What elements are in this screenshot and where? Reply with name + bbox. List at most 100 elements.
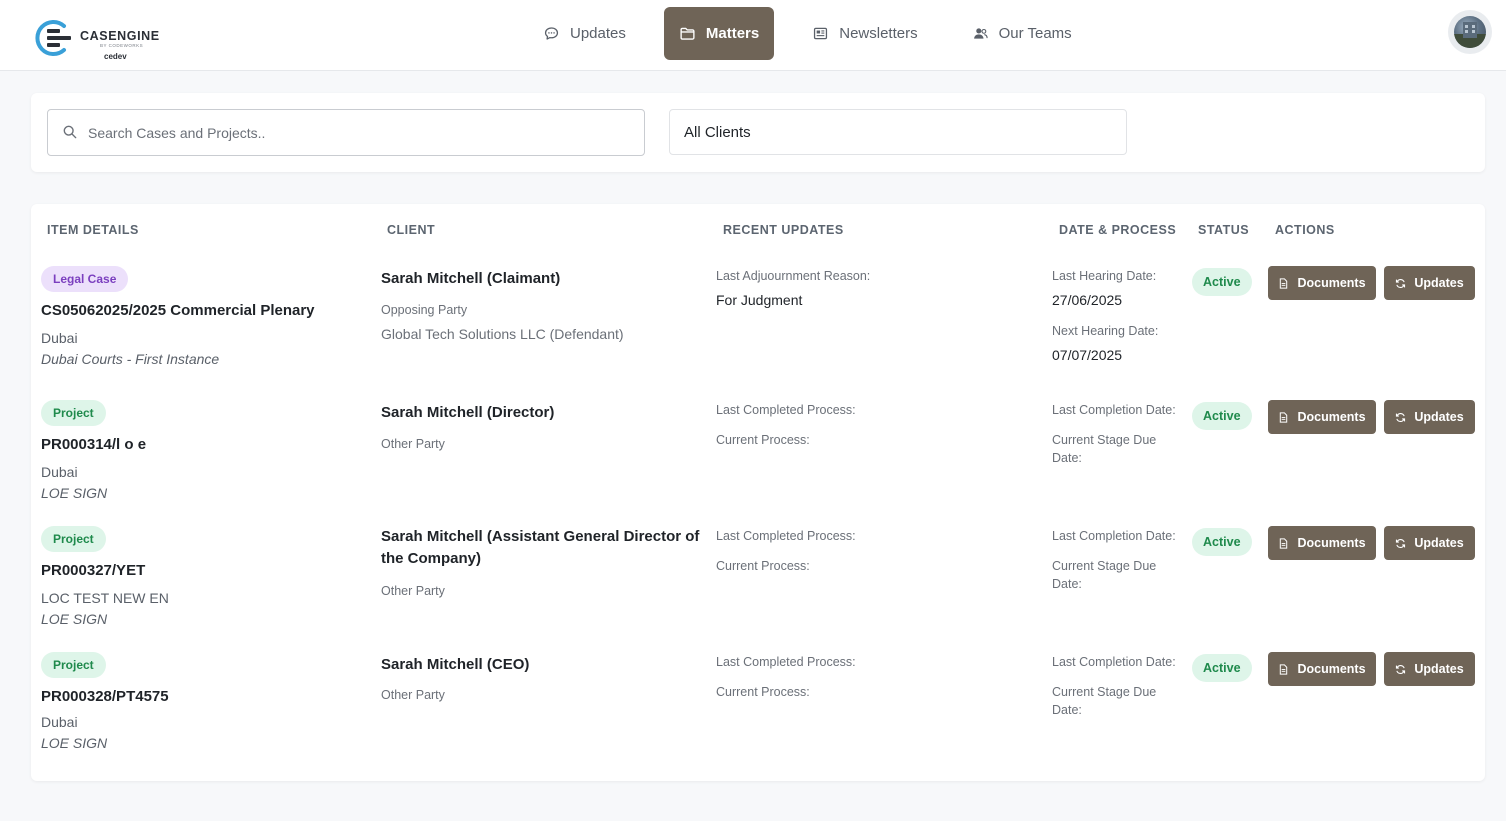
updates-button[interactable]: Updates (1384, 652, 1475, 686)
item-location: Dubai (41, 330, 78, 346)
item-court: LOE SIGN (41, 735, 108, 751)
nav-newsletters[interactable]: Newsletters (796, 7, 933, 60)
casengine-logo[interactable]: CASENGINE BY CODEWORKS cedev (34, 16, 164, 62)
documents-button-label: Documents (1297, 662, 1366, 676)
matters-table: ITEM DETAILS CLIENT RECENT UPDATES DATE … (31, 204, 1485, 781)
party-value: Global Tech Solutions LLC (Defendant) (381, 326, 624, 342)
item-reference[interactable]: PR000327/YET (41, 562, 145, 579)
item-reference[interactable]: PR000328/PT4575 (41, 688, 169, 705)
header-item-details: ITEM DETAILS (47, 223, 139, 237)
item-location: Dubai (41, 714, 78, 730)
documents-button-label: Documents (1297, 536, 1366, 550)
party-label: Opposing Party (381, 303, 468, 317)
logo-wordmark: CASENGINE (80, 29, 160, 43)
date-label: Last Completion Date: (1052, 655, 1176, 669)
date-label: Last Hearing Date: (1052, 269, 1157, 283)
header-date-process: DATE & PROCESS (1059, 223, 1177, 237)
nav-our-teams-label: Our Teams (998, 25, 1072, 42)
updates-button[interactable]: Updates (1384, 266, 1475, 300)
document-icon (1280, 537, 1288, 549)
main-nav: Updates Matters Newsletters Our Teams (527, 7, 1110, 60)
client-name: Sarah Mitchell (Claimant) (381, 270, 561, 287)
nav-matters-label: Matters (705, 25, 760, 42)
header-status: STATUS (1198, 223, 1250, 237)
nav-newsletters-label: Newsletters (839, 25, 918, 42)
date-label: Next Hearing Date: (1052, 324, 1159, 338)
status-badge: Active (1192, 654, 1252, 682)
update-label: Current Process: (716, 685, 810, 699)
item-reference[interactable]: CS05062025/2025 Commercial Plenary (41, 302, 315, 319)
header-actions: ACTIONS (1275, 223, 1335, 237)
documents-button-label: Documents (1297, 410, 1366, 424)
logo-mark-icon (35, 20, 71, 56)
client-name: Sarah Mitchell (Assistant General Direct… (381, 528, 700, 567)
environment-label: cedev (104, 52, 127, 61)
newspaper-icon (814, 27, 828, 40)
item-location: LOC TEST NEW EN (41, 590, 169, 606)
avatar-photo (1454, 16, 1486, 48)
date-label: Current Stage Due Date: (1052, 433, 1157, 465)
nav-updates-label: Updates (570, 25, 626, 42)
nav-matters[interactable]: Matters (663, 7, 775, 60)
refresh-icon (1396, 538, 1406, 548)
nav-our-teams[interactable]: Our Teams (956, 7, 1088, 60)
update-label: Last Completed Process: (716, 403, 856, 417)
document-icon (1280, 411, 1288, 423)
updates-button-label: Updates (1414, 536, 1464, 550)
updates-button[interactable]: Updates (1384, 526, 1475, 560)
documents-button[interactable]: Documents (1268, 266, 1376, 300)
users-icon (973, 28, 988, 39)
folder-icon (680, 27, 695, 40)
refresh-icon (1396, 664, 1406, 674)
item-reference[interactable]: PR000314/l o e (41, 436, 146, 453)
status-badge: Active (1192, 402, 1252, 430)
update-label: Last Adjuournment Reason: (716, 269, 871, 283)
updates-button-label: Updates (1414, 662, 1464, 676)
update-value: For Judgment (716, 292, 803, 308)
document-icon (1280, 277, 1288, 289)
refresh-icon (1396, 412, 1406, 422)
party-label: Other Party (381, 437, 445, 451)
client-filter-select[interactable]: All Clients (669, 109, 1127, 155)
updates-button[interactable]: Updates (1384, 400, 1475, 434)
client-name: Sarah Mitchell (CEO) (381, 656, 530, 673)
documents-button-label: Documents (1297, 276, 1366, 290)
update-label: Current Process: (716, 559, 810, 573)
type-badge: Legal Case (41, 266, 129, 292)
logo-subtitle: BY CODEWORKS (100, 43, 144, 48)
documents-button[interactable]: Documents (1268, 652, 1376, 686)
search-input[interactable] (88, 110, 628, 155)
type-badge: Project (41, 526, 106, 552)
search-box[interactable] (47, 109, 645, 156)
document-icon (1280, 663, 1288, 675)
date-label: Current Stage Due Date: (1052, 559, 1157, 591)
type-badge: Project (41, 400, 106, 426)
status-badge: Active (1192, 528, 1252, 556)
refresh-icon (1396, 278, 1406, 288)
updates-button-label: Updates (1414, 276, 1464, 290)
update-label: Last Completed Process: (716, 655, 856, 669)
item-court: LOE SIGN (41, 611, 108, 627)
date-value: 27/06/2025 (1052, 292, 1123, 308)
documents-button[interactable]: Documents (1268, 400, 1376, 434)
type-badge: Project (41, 652, 106, 678)
date-label: Last Completion Date: (1052, 529, 1176, 543)
status-badge: Active (1192, 268, 1252, 296)
nav-updates[interactable]: Updates (527, 7, 642, 60)
update-label: Last Completed Process: (716, 529, 856, 543)
date-value: 07/07/2025 (1052, 347, 1123, 363)
party-label: Other Party (381, 688, 445, 702)
header-client: CLIENT (387, 223, 436, 237)
documents-button[interactable]: Documents (1268, 526, 1376, 560)
client-name: Sarah Mitchell (Director) (381, 404, 555, 421)
date-label: Current Stage Due Date: (1052, 685, 1157, 717)
update-label: Current Process: (716, 433, 810, 447)
date-label: Last Completion Date: (1052, 403, 1176, 417)
top-navbar: CASENGINE BY CODEWORKS cedev Updates Mat… (0, 0, 1506, 71)
chat-bubble-icon (544, 27, 559, 40)
party-label: Other Party (381, 584, 445, 598)
search-icon (63, 125, 77, 139)
user-avatar[interactable] (1448, 10, 1492, 54)
header-recent-updates: RECENT UPDATES (723, 223, 844, 237)
item-court: LOE SIGN (41, 485, 108, 501)
